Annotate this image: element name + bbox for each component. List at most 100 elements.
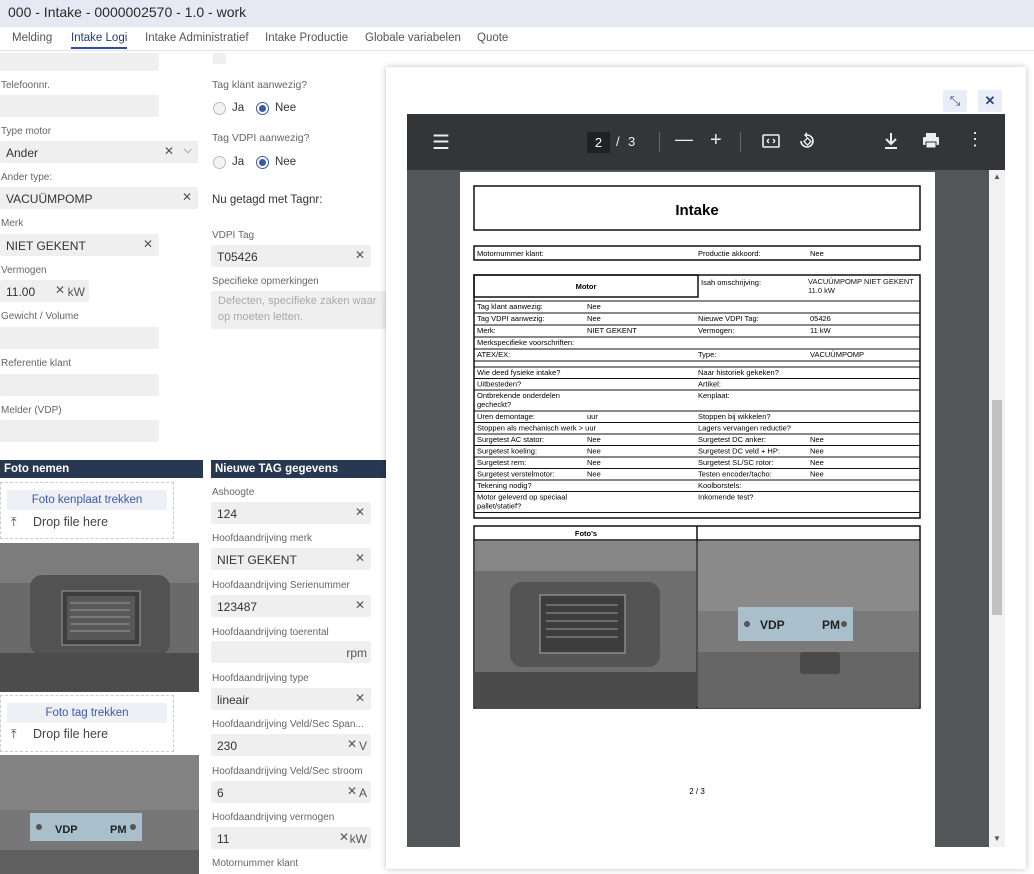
clear-icon[interactable]: ✕ <box>355 598 365 612</box>
pdf-content: Intake Motornummer klant: Productie akko… <box>473 185 921 796</box>
ander-type-label: Ander type: <box>1 172 53 183</box>
pdf-cell-value: Nee <box>810 435 824 444</box>
clear-icon[interactable]: ✕ <box>355 248 365 262</box>
clear-icon[interactable]: ✕ <box>55 283 65 297</box>
serie-label: Hoofdaandrijving Serienummer <box>212 580 350 591</box>
stroom-input[interactable]: 6 ✕ A <box>211 781 371 803</box>
tag-header: Nieuwe TAG gegevens <box>211 460 386 478</box>
tab-quote[interactable]: Quote <box>477 32 508 44</box>
pdf-cell-label: Stoppen als mechanisch werk > uur <box>477 424 597 433</box>
vdpi-tag-value: T05426 <box>217 250 258 264</box>
clear-icon[interactable]: ✕ <box>355 691 365 705</box>
checkbox[interactable] <box>213 53 226 64</box>
scroll-up-icon[interactable]: ▲ <box>993 172 1001 181</box>
vermogen-input[interactable]: 11.00 ✕ kW <box>0 280 89 302</box>
tag-vdpi-nee-radio[interactable] <box>256 156 269 169</box>
pdf-tag-text-vdp: VDP <box>760 618 785 632</box>
tag-vdpi-ja-radio[interactable] <box>213 156 226 169</box>
serie-input[interactable]: 123487 ✕ <box>211 595 371 617</box>
fit-page-icon[interactable] <box>761 131 781 156</box>
zoom-in-icon[interactable]: + <box>710 129 722 152</box>
pdf-fotos-header: Foto's <box>575 529 597 538</box>
tag-text-pm: PM <box>110 824 127 836</box>
scroll-down-icon[interactable]: ▼ <box>993 834 1001 843</box>
hd-vermogen-input[interactable]: 11 ✕ kW <box>211 827 371 849</box>
merk-input[interactable]: NIET GEKENT ✕ <box>0 234 159 256</box>
tag-photo: VDP PM <box>0 755 199 874</box>
clear-icon[interactable]: ✕ <box>164 144 174 158</box>
divider <box>659 132 660 152</box>
page-number-input[interactable]: 2 <box>587 132 610 153</box>
type-motor-select[interactable]: Ander ✕ ⌵ <box>0 141 198 163</box>
vdpi-tag-input[interactable]: T05426 ✕ <box>211 245 371 267</box>
pdf-cell-label: ATEX/EX: <box>477 350 510 359</box>
close-icon[interactable]: ✕ <box>978 90 1002 112</box>
foto-header: Foto nemen <box>0 460 203 478</box>
clear-icon[interactable]: ✕ <box>143 237 153 251</box>
hd-merk-input[interactable]: NIET GEKENT ✕ <box>211 548 371 570</box>
clear-icon[interactable]: ✕ <box>355 551 365 565</box>
hd-type-input[interactable]: lineair ✕ <box>211 688 371 710</box>
toerental-unit: rpm <box>346 646 367 660</box>
clear-icon[interactable]: ✕ <box>347 737 357 751</box>
chevron-down-icon[interactable]: ⌵ <box>184 144 192 157</box>
tag-klant-label: Tag klant aanwezig? <box>212 79 308 91</box>
previous-field[interactable] <box>0 53 159 71</box>
kenplaat-photo <box>0 543 199 692</box>
pdf-cell-label: Surgetest AC stator: <box>477 435 544 444</box>
pdf-cell-label: Tag VDPI aanwezig: <box>477 314 545 323</box>
pdf-isah-label: Isah omschrijving: <box>701 278 761 287</box>
upload-icon: ⤒ <box>11 727 17 741</box>
pdf-cell-label: Inkomende test? <box>698 493 753 502</box>
zoom-out-icon[interactable]: — <box>675 129 693 150</box>
pdf-cell-value: Nee <box>587 314 601 323</box>
print-icon[interactable] <box>921 131 941 156</box>
type-motor-value: Ander <box>6 146 39 160</box>
span-input[interactable]: 230 ✕ V <box>211 734 371 756</box>
pdf-photo-tag: VDP PM <box>698 541 919 708</box>
spec-textarea[interactable]: Defecten, specifieke zaken waar op moete… <box>211 291 386 329</box>
ander-type-input[interactable]: VACUÜMPOMP ✕ <box>0 187 198 209</box>
pdf-cell-label: Vermogen: <box>698 326 734 335</box>
pdf-cell-value: Nee <box>587 302 601 311</box>
tab-bar: Melding Intake Logi Intake Administratie… <box>0 27 1034 51</box>
collapse-icon[interactable]: ⤡ <box>943 90 967 112</box>
referentie-label: Referentie klant <box>1 358 72 369</box>
ashoogte-value: 124 <box>217 507 238 521</box>
clear-icon[interactable]: ✕ <box>355 505 365 519</box>
tab-intake-logi[interactable]: Intake Logi <box>71 32 128 49</box>
scroll-thumb[interactable] <box>992 400 1002 615</box>
pdf-cell-label: Koolborstels: <box>698 481 741 490</box>
page-sep: / <box>616 134 620 149</box>
gewicht-input[interactable] <box>0 327 159 349</box>
telefoon-input[interactable] <box>0 95 159 117</box>
referentie-input[interactable] <box>0 374 159 396</box>
foto-tag-button[interactable]: Foto tag trekken <box>7 703 167 723</box>
clear-icon[interactable]: ✕ <box>182 190 192 204</box>
tab-intake-administratief[interactable]: Intake Administratief <box>145 32 249 44</box>
tag-klant-ja-radio[interactable] <box>213 102 226 115</box>
menu-icon[interactable]: ☰ <box>432 130 450 155</box>
pdf-page: Intake Motornummer klant: Productie akko… <box>460 172 935 847</box>
download-icon[interactable] <box>882 131 900 156</box>
pdf-cell-label: pallet/statief? <box>477 502 521 511</box>
clear-icon[interactable]: ✕ <box>347 784 357 798</box>
rotate-icon[interactable] <box>797 131 817 156</box>
more-icon[interactable]: ⋮ <box>966 129 984 150</box>
ashoogte-input[interactable]: 124 ✕ <box>211 502 371 524</box>
tab-melding[interactable]: Melding <box>12 32 52 44</box>
clear-icon[interactable]: ✕ <box>339 830 349 844</box>
pdf-cell-label: Merk: <box>477 326 496 335</box>
melder-input[interactable] <box>0 420 159 442</box>
pdf-cell-label: Surgetest rem: <box>477 458 526 467</box>
hd-merk-value: NIET GEKENT <box>217 553 297 567</box>
tab-globale-variabelen[interactable]: Globale variabelen <box>365 32 461 44</box>
tab-intake-productie[interactable]: Intake Productie <box>265 32 348 44</box>
toerental-input[interactable]: rpm <box>211 641 371 663</box>
ja-label: Ja <box>232 102 245 114</box>
foto-kenplaat-button[interactable]: Foto kenplaat trekken <box>7 490 167 510</box>
tag-klant-nee-radio[interactable] <box>256 102 269 115</box>
pdf-scrollbar[interactable]: ▲ ▼ <box>989 170 1005 847</box>
pdf-cell-value: uur <box>587 412 598 421</box>
vermogen-label: Vermogen <box>1 265 47 276</box>
